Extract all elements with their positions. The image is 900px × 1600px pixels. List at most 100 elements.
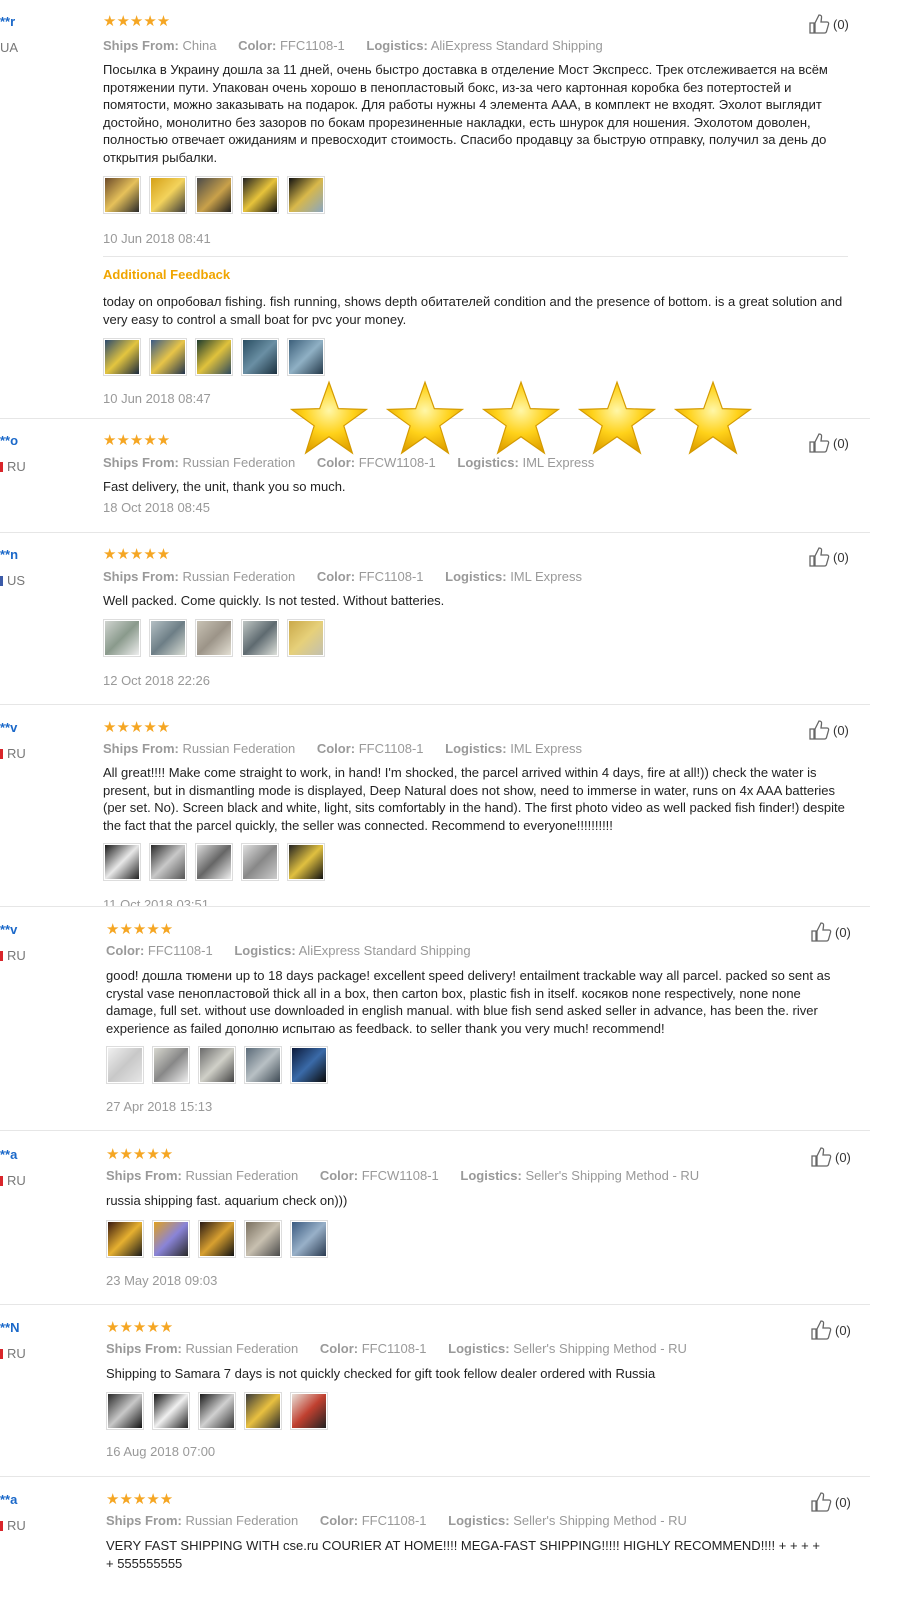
reviewer-name[interactable]: **a	[0, 1492, 17, 1507]
review-photo[interactable]	[103, 176, 141, 214]
review-photo[interactable]	[287, 619, 325, 657]
helpful-button[interactable]: (0)	[808, 433, 849, 453]
reviewer-name[interactable]: **v	[0, 922, 17, 937]
review-photo[interactable]	[195, 619, 233, 657]
helpful-button[interactable]: (0)	[808, 720, 849, 740]
star-rating: ★★★★★	[103, 432, 171, 449]
review-photo[interactable]	[152, 1046, 190, 1084]
review-photo[interactable]	[241, 338, 279, 376]
thumbs-up-icon	[811, 922, 832, 942]
review-photo[interactable]	[152, 1220, 190, 1258]
review-date: 27 Apr 2018 15:13	[106, 1099, 213, 1114]
reviewer-name[interactable]: **n	[0, 547, 18, 562]
reviewer-country: RU	[0, 746, 26, 761]
reviewer-name[interactable]: **a	[0, 1147, 17, 1162]
helpful-button[interactable]: (0)	[810, 1320, 851, 1340]
review-photo[interactable]	[287, 843, 325, 881]
review-meta: Ships From: Russian Federation Color: FF…	[106, 1513, 687, 1528]
review-photos	[103, 843, 325, 881]
review-text: Fast delivery, the unit, thank you so mu…	[103, 479, 346, 494]
reviewer-country: RU	[0, 948, 26, 963]
review-photo[interactable]	[198, 1220, 236, 1258]
thumbs-up-icon	[811, 1492, 832, 1512]
review-photo[interactable]	[106, 1392, 144, 1430]
review-text: Посылка в Украину дошла за 11 дней, очен…	[103, 62, 828, 165]
review-meta: Color: FFC1108-1 Logistics: AliExpress S…	[106, 943, 471, 958]
flag-icon	[0, 576, 3, 586]
review-photo[interactable]	[241, 843, 279, 881]
review-photos	[103, 176, 325, 214]
thumbs-up-icon	[811, 1320, 832, 1340]
review-photo[interactable]	[149, 619, 187, 657]
reviewer-country: RU	[0, 1346, 26, 1361]
review-text: Well packed. Come quickly. Is not tested…	[103, 593, 445, 608]
review-text: All great!!!! Make come straight to work…	[103, 765, 845, 833]
review-photo[interactable]	[244, 1392, 282, 1430]
reviewer-name[interactable]: **v	[0, 720, 17, 735]
divider	[0, 1130, 870, 1131]
review-photo[interactable]	[195, 843, 233, 881]
review-meta: Ships From: China Color: FFC1108-1 Logis…	[103, 38, 603, 53]
review-photo[interactable]	[106, 1220, 144, 1258]
review-photo[interactable]	[149, 843, 187, 881]
thumbs-up-icon	[811, 1147, 832, 1167]
review-photo[interactable]	[195, 176, 233, 214]
review-date: 10 Jun 2018 08:41	[103, 231, 211, 246]
divider	[103, 256, 848, 257]
thumbs-up-icon	[809, 14, 830, 34]
helpful-button[interactable]: (0)	[810, 1147, 851, 1167]
star-rating: ★★★★★	[106, 921, 174, 938]
review-photo[interactable]	[290, 1046, 328, 1084]
review-photo[interactable]	[103, 843, 141, 881]
review-photo[interactable]	[287, 338, 325, 376]
flag-icon	[0, 1349, 3, 1359]
reviewer-name[interactable]: **r	[0, 14, 15, 29]
review-meta: Ships From: Russian Federation Color: FF…	[103, 741, 582, 756]
reviewer-name[interactable]: **N	[0, 1320, 20, 1335]
flag-icon	[0, 462, 3, 472]
helpful-button[interactable]: (0)	[810, 1492, 851, 1512]
review-date: 16 Aug 2018 07:00	[106, 1444, 216, 1459]
reviewer-name[interactable]: **o	[0, 433, 18, 448]
review-photos	[106, 1220, 328, 1258]
review-photo[interactable]	[198, 1046, 236, 1084]
helpful-count: (0)	[835, 1322, 851, 1338]
review-photo[interactable]	[244, 1220, 282, 1258]
divider	[0, 1476, 870, 1477]
helpful-count: (0)	[835, 924, 851, 940]
reviewer-country: US	[0, 573, 25, 588]
overlay-star-rating	[290, 380, 752, 456]
review-photo[interactable]	[290, 1392, 328, 1430]
review-photos	[103, 619, 325, 657]
additional-feedback-photos	[103, 338, 325, 376]
review-photo[interactable]	[149, 338, 187, 376]
star-rating: ★★★★★	[106, 1319, 174, 1336]
review-meta: Ships From: Russian Federation Color: FF…	[103, 455, 595, 470]
star-icon	[578, 380, 656, 455]
helpful-count: (0)	[833, 722, 849, 738]
flag-icon	[0, 951, 3, 961]
review-photo[interactable]	[290, 1220, 328, 1258]
review-photo[interactable]	[241, 176, 279, 214]
review-photo[interactable]	[103, 338, 141, 376]
review-photo[interactable]	[287, 176, 325, 214]
review-photo[interactable]	[106, 1046, 144, 1084]
review-photo[interactable]	[195, 338, 233, 376]
helpful-button[interactable]: (0)	[808, 547, 849, 567]
divider	[0, 704, 870, 705]
review-photo[interactable]	[241, 619, 279, 657]
review-photo[interactable]	[198, 1392, 236, 1430]
divider	[0, 532, 870, 533]
thumbs-up-icon	[809, 720, 830, 740]
star-icon	[674, 380, 752, 455]
helpful-count: (0)	[835, 1149, 851, 1165]
review-photo[interactable]	[149, 176, 187, 214]
review-photo[interactable]	[152, 1392, 190, 1430]
flag-icon	[0, 749, 3, 759]
helpful-button[interactable]: (0)	[810, 922, 851, 942]
review-meta: Ships From: Russian Federation Color: FF…	[106, 1168, 700, 1183]
review-photo[interactable]	[244, 1046, 282, 1084]
additional-feedback-text: today on опробовал fishing. fish running…	[103, 294, 843, 327]
helpful-button[interactable]: (0)	[808, 14, 849, 34]
review-photo[interactable]	[103, 619, 141, 657]
